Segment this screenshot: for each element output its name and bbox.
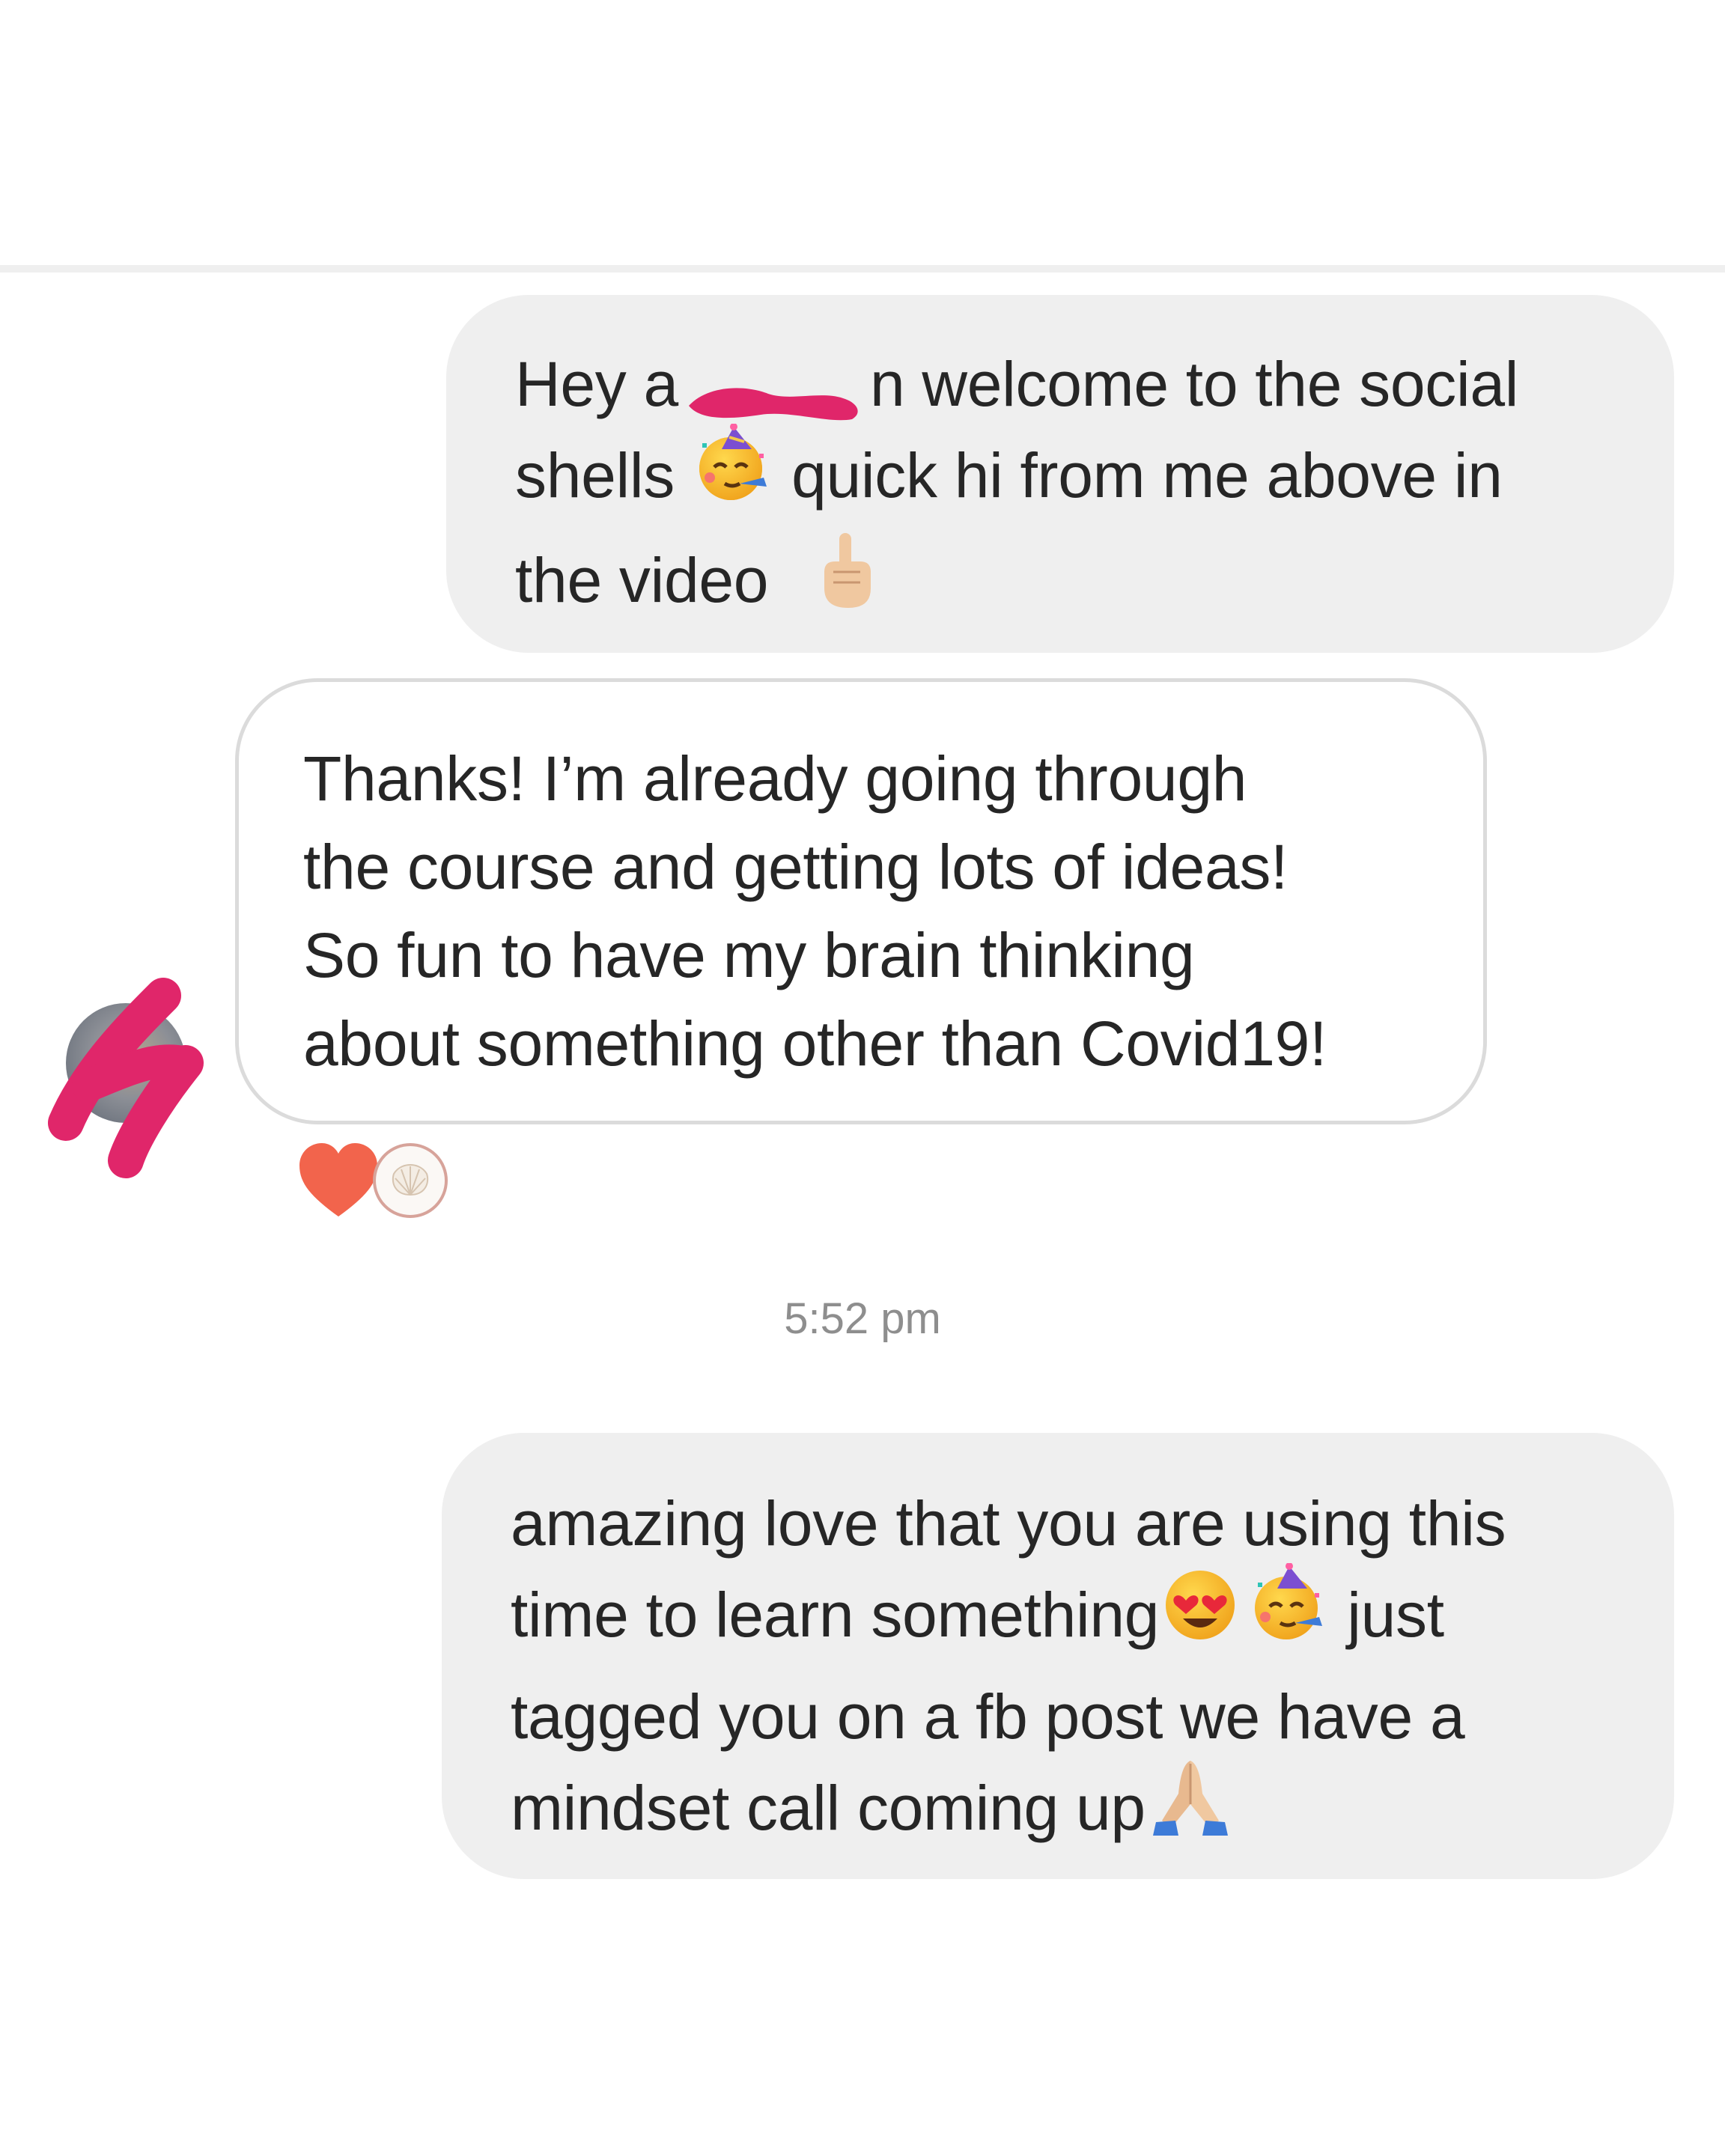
- reactor-avatar: [373, 1143, 448, 1218]
- message-text: time to learn something: [511, 1580, 1160, 1651]
- partying-face-icon: [692, 423, 774, 529]
- message-bubble-outgoing[interactable]: amazing love that you are using this tim…: [442, 1433, 1674, 1879]
- message-text: shells: [515, 440, 675, 511]
- pointing-up-icon: [811, 529, 878, 633]
- redaction-scribble: [678, 359, 870, 421]
- message-line: tagged you on a fb post we have a: [511, 1681, 1465, 1752]
- message-line: amazing love that you are using this: [511, 1488, 1506, 1559]
- folded-hands-icon: [1146, 1756, 1235, 1861]
- header-divider: [0, 265, 1725, 272]
- message-line: mindset call coming up: [511, 1761, 1674, 1866]
- message-line: about something other than Covid19!: [303, 1008, 1327, 1079]
- redaction-scribble: [48, 978, 204, 1178]
- message-line: the course and getting lots of ideas!: [303, 832, 1289, 902]
- message-text: the video: [515, 545, 769, 616]
- message-bubble-outgoing[interactable]: Hey a n welcome to the social shells qui…: [446, 295, 1674, 653]
- message-line: the video: [515, 533, 1674, 638]
- message-line: Hey a n welcome to the social: [515, 340, 1674, 428]
- heart-eyes-icon: [1159, 1563, 1241, 1668]
- message-line: time to learn something just: [511, 1562, 1674, 1672]
- message-text: Hey a: [515, 349, 678, 419]
- shell-icon: [392, 1163, 429, 1196]
- message-text: just: [1347, 1580, 1444, 1651]
- partying-face-icon: [1247, 1562, 1330, 1668]
- message-line: So fun to have my brain thinking: [303, 920, 1195, 990]
- message-text: n welcome to the social: [869, 349, 1519, 419]
- message-timestamp: 5:52 pm: [784, 1294, 941, 1343]
- message-text: quick hi from me above in: [791, 440, 1503, 511]
- message-reactions[interactable]: [296, 1139, 448, 1222]
- heart-icon: [299, 1143, 377, 1216]
- message-line: Thanks! I’m already going through: [303, 743, 1247, 814]
- message-text: mindset call coming up: [511, 1773, 1146, 1844]
- message-bubble-incoming[interactable]: Thanks! I’m already going through the co…: [235, 678, 1487, 1124]
- message-line: shells quick hi from me above in: [515, 423, 1674, 533]
